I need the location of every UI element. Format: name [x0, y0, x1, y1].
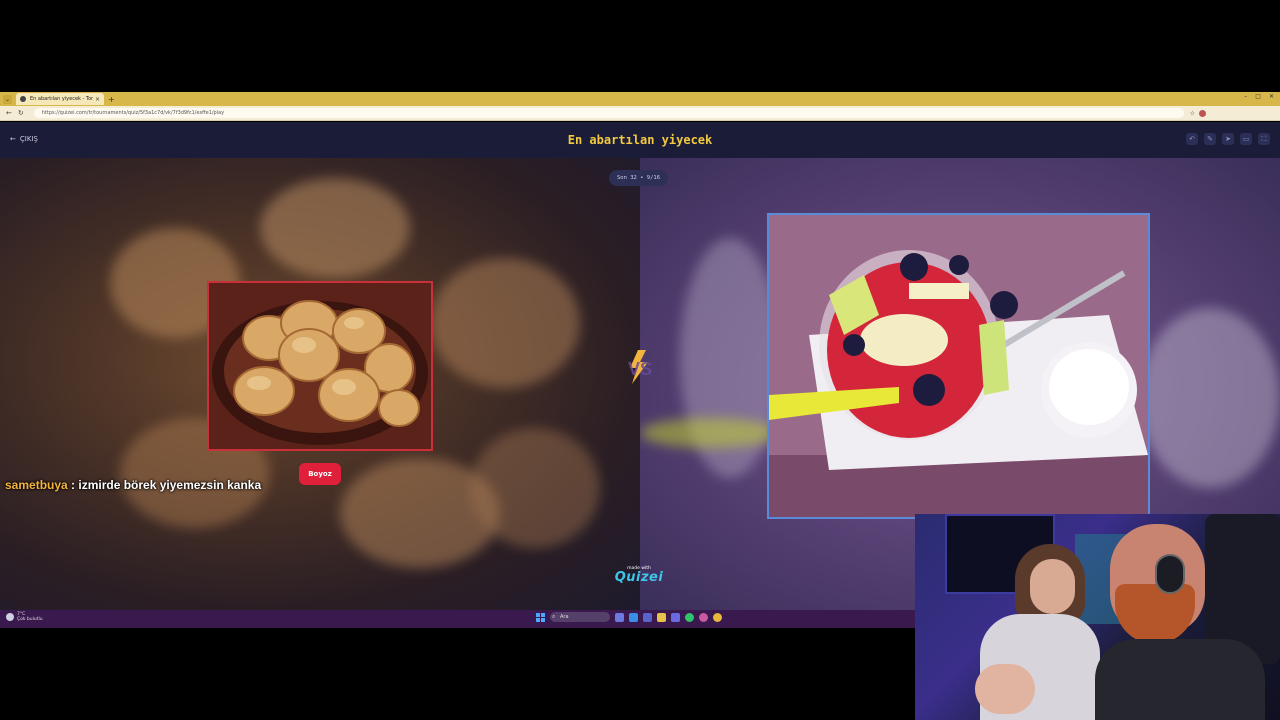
weather-desc: Çok bulutlu [17, 617, 43, 622]
profile-avatar[interactable] [1199, 109, 1207, 117]
window-controls: – □ ✕ [1244, 93, 1274, 100]
chat-username: sametbuya [5, 478, 68, 492]
blurred-bowl [1140, 308, 1280, 488]
hand-shape [975, 664, 1035, 714]
back-icon[interactable]: ← [6, 109, 12, 117]
edit-icon[interactable]: ✎ [1204, 133, 1216, 145]
screen: { "browser": { "tab_title": "En abartıla… [0, 0, 1280, 720]
cloud-icon [6, 613, 14, 621]
undo-icon[interactable]: ↶ [1186, 133, 1198, 145]
chrome-icon[interactable] [713, 612, 722, 622]
weather-widget[interactable]: 7°C Çok bulutlu [6, 612, 43, 622]
round-badge: Son 32 • 9/16 [609, 170, 669, 186]
file-explorer-icon[interactable] [657, 612, 666, 622]
share-icon[interactable]: ➤ [1222, 133, 1234, 145]
option-left-image[interactable] [207, 281, 433, 451]
teams-icon[interactable] [643, 612, 652, 622]
chat-separator: : [67, 478, 79, 492]
favicon-icon [20, 96, 26, 102]
vs-icon: VS [628, 350, 652, 384]
header-toolbar: ↶ ✎ ➤ ▭ ⛶ [1186, 133, 1270, 145]
reload-icon[interactable]: ↻ [18, 109, 24, 117]
close-tab-icon[interactable]: × [95, 96, 100, 103]
blurred-pastry [430, 258, 580, 388]
exit-button[interactable]: ← ÇIKIŞ [10, 135, 38, 143]
minimize-icon[interactable]: – [1244, 93, 1247, 100]
chat-icon[interactable]: ▭ [1240, 133, 1252, 145]
spotify-icon[interactable] [685, 612, 694, 622]
app-header: ← ÇIKIŞ En abartılan yiyecek ↶ ✎ ➤ ▭ ⛶ [0, 122, 1280, 158]
browser-tab-bar: En abartılan yiyecek - Tor Sol. Fin × + [0, 92, 1280, 106]
tab-title: En abartılan yiyecek - Tor Sol. Fin [30, 96, 93, 102]
discord-icon[interactable] [671, 612, 680, 622]
person-left-face [1030, 559, 1075, 614]
url-field[interactable]: https://quizei.com/tr/tournaments/quiz/5… [33, 108, 1184, 118]
choose-button[interactable]: Boyoz [299, 463, 341, 485]
blurred-pastry [470, 428, 600, 548]
chat-text: izmirde börek yiyemezsin kanka [78, 478, 262, 492]
arrow-left-icon: ← [10, 135, 16, 143]
brand-logo: Quizei [614, 570, 664, 585]
close-window-icon[interactable]: ✕ [1269, 93, 1274, 100]
svg-text:VS: VS [628, 359, 652, 379]
option-right-image[interactable] [767, 213, 1150, 519]
headset-shape [1155, 554, 1185, 594]
obs-icon[interactable] [699, 612, 708, 622]
star-icon[interactable]: ☆ [1190, 110, 1195, 117]
person-right-body [1095, 639, 1265, 720]
fullscreen-icon[interactable]: ⛶ [1258, 133, 1270, 145]
exit-label: ÇIKIŞ [19, 135, 38, 143]
maximize-icon[interactable]: □ [1255, 93, 1261, 100]
boyoz-photo [209, 283, 431, 449]
blurred-pastry [260, 178, 410, 278]
person-right-beard [1115, 584, 1195, 644]
tab-menu-icon[interactable]: ⌄ [3, 95, 12, 104]
taskbar-search[interactable]: Ara [550, 612, 610, 622]
webcam-overlay [915, 514, 1280, 720]
fruit-dessert-photo [769, 215, 1148, 517]
browser-tab[interactable]: En abartılan yiyecek - Tor Sol. Fin × [16, 93, 104, 105]
task-view-icon[interactable] [615, 612, 624, 622]
windows-start-icon[interactable] [536, 612, 545, 622]
page-title: En abartılan yiyecek [567, 133, 713, 147]
taskbar-apps: Ara [536, 612, 722, 622]
new-tab-button[interactable]: + [108, 95, 115, 104]
blurred-straw [640, 418, 780, 448]
chat-message: sametbuya : izmirde börek yiyemezsin kan… [5, 478, 261, 492]
address-bar: ← ↻ https://quizei.com/tr/tournaments/qu… [0, 106, 1280, 121]
made-with-badge[interactable]: made with Quizei [612, 566, 666, 585]
edge-icon[interactable] [629, 612, 638, 622]
